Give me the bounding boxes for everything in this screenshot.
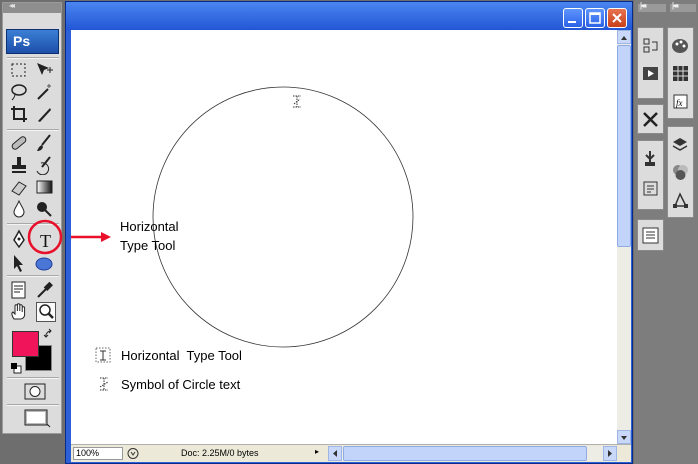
styles-icon[interactable]: fx bbox=[671, 92, 690, 111]
history-icon[interactable] bbox=[641, 36, 660, 55]
panel-group-history bbox=[637, 27, 664, 99]
vertical-scrollbar[interactable] bbox=[617, 30, 631, 444]
doc-info: Doc: 2.25M/0 bytes bbox=[181, 448, 259, 458]
panel-group-layer-comps bbox=[637, 140, 664, 210]
history-brush-icon[interactable] bbox=[34, 155, 54, 175]
svg-text:fx: fx bbox=[676, 98, 683, 108]
crop-icon[interactable] bbox=[9, 104, 29, 124]
slice-icon[interactable] bbox=[34, 104, 54, 124]
blur-icon[interactable] bbox=[9, 199, 29, 219]
circle-path bbox=[152, 86, 414, 348]
callout-label: Horizontal Type Tool bbox=[120, 217, 179, 255]
circle-text-symbol-icon bbox=[99, 377, 109, 391]
maximize-button[interactable] bbox=[585, 8, 605, 28]
panel-group-color: fx bbox=[667, 27, 694, 119]
document-window: Horizontal Type Tool Horizontal Type Too… bbox=[65, 1, 633, 464]
channels-icon[interactable] bbox=[671, 163, 690, 182]
quick-mask-icon[interactable] bbox=[23, 382, 47, 402]
marquee-icon[interactable] bbox=[9, 60, 29, 80]
paths-icon[interactable] bbox=[671, 191, 690, 210]
layers-icon[interactable] bbox=[671, 135, 690, 154]
panel-dock-grip-2[interactable]: || ◂◂ bbox=[670, 1, 696, 12]
paragraph-icon[interactable] bbox=[641, 226, 660, 245]
gradient-icon[interactable] bbox=[34, 177, 54, 197]
legend-item-circle-text: Symbol of Circle text bbox=[121, 377, 241, 392]
scroll-thumb[interactable] bbox=[617, 45, 631, 247]
callout-line-2: Type Tool bbox=[120, 238, 176, 253]
info-icon[interactable] bbox=[641, 179, 660, 198]
horizontal-type-tool-cursor-icon bbox=[95, 347, 111, 363]
zoom-icon[interactable] bbox=[36, 302, 56, 322]
healing-brush-icon[interactable] bbox=[9, 133, 29, 153]
type-tool-highlight bbox=[27, 219, 63, 255]
status-bar: 100% Doc: 2.25M/0 bytes ▸ bbox=[71, 444, 631, 462]
hand-icon[interactable] bbox=[9, 302, 29, 322]
panel-group-tool-presets bbox=[637, 104, 664, 134]
magic-wand-icon[interactable] bbox=[34, 82, 54, 102]
circle-text-cursor-icon bbox=[293, 95, 301, 108]
minimize-button[interactable] bbox=[563, 8, 583, 28]
doc-info-arrow-icon[interactable]: ▸ bbox=[315, 447, 325, 460]
panel-group-paragraph bbox=[637, 219, 664, 251]
scroll-right-button[interactable] bbox=[603, 446, 617, 461]
eraser-icon[interactable] bbox=[9, 177, 29, 197]
horizontal-scroll-thumb[interactable] bbox=[343, 446, 587, 461]
move-icon[interactable] bbox=[34, 60, 54, 80]
callout-arrow bbox=[71, 232, 111, 242]
document-titlebar[interactable] bbox=[66, 2, 632, 30]
brush-icon[interactable] bbox=[34, 133, 54, 153]
eyedropper-icon[interactable] bbox=[34, 280, 54, 300]
close-button[interactable] bbox=[607, 8, 627, 28]
zoom-field[interactable]: 100% bbox=[73, 447, 123, 460]
default-colors-icon[interactable] bbox=[10, 362, 22, 374]
swatches-icon[interactable] bbox=[671, 64, 690, 83]
status-menu-icon[interactable] bbox=[126, 447, 142, 460]
horizontal-scrollbar[interactable] bbox=[328, 446, 617, 461]
panel-dock: || ◂◂ || ◂◂ fx bbox=[634, 0, 698, 464]
foreground-color-swatch[interactable] bbox=[12, 331, 39, 357]
panel-group-layers bbox=[667, 126, 694, 218]
screen-mode-icon[interactable] bbox=[23, 408, 51, 428]
document-canvas[interactable]: Horizontal Type Tool Horizontal Type Too… bbox=[71, 30, 617, 444]
panel-dock-grip[interactable]: || ◂◂ bbox=[638, 1, 666, 12]
tools-panel-grip[interactable]: ◂◂ bbox=[3, 1, 61, 13]
clone-stamp-icon[interactable] bbox=[9, 155, 29, 175]
photoshop-logo[interactable]: Ps bbox=[6, 29, 59, 54]
actions-icon[interactable] bbox=[641, 64, 660, 83]
notes-icon[interactable] bbox=[9, 280, 29, 300]
swap-colors-icon[interactable] bbox=[43, 328, 55, 340]
scroll-down-button[interactable] bbox=[617, 430, 631, 444]
tool-presets-icon[interactable] bbox=[641, 110, 660, 129]
dodge-icon[interactable] bbox=[34, 199, 54, 219]
lasso-icon[interactable] bbox=[9, 82, 29, 102]
legend-item-horizontal-type-tool: Horizontal Type Tool bbox=[121, 348, 242, 363]
layer-comps-icon[interactable] bbox=[641, 149, 660, 168]
color-palette-icon[interactable] bbox=[671, 36, 690, 55]
callout-line-1: Horizontal bbox=[120, 219, 179, 234]
scroll-left-button[interactable] bbox=[328, 446, 342, 461]
scroll-up-button[interactable] bbox=[617, 30, 631, 44]
